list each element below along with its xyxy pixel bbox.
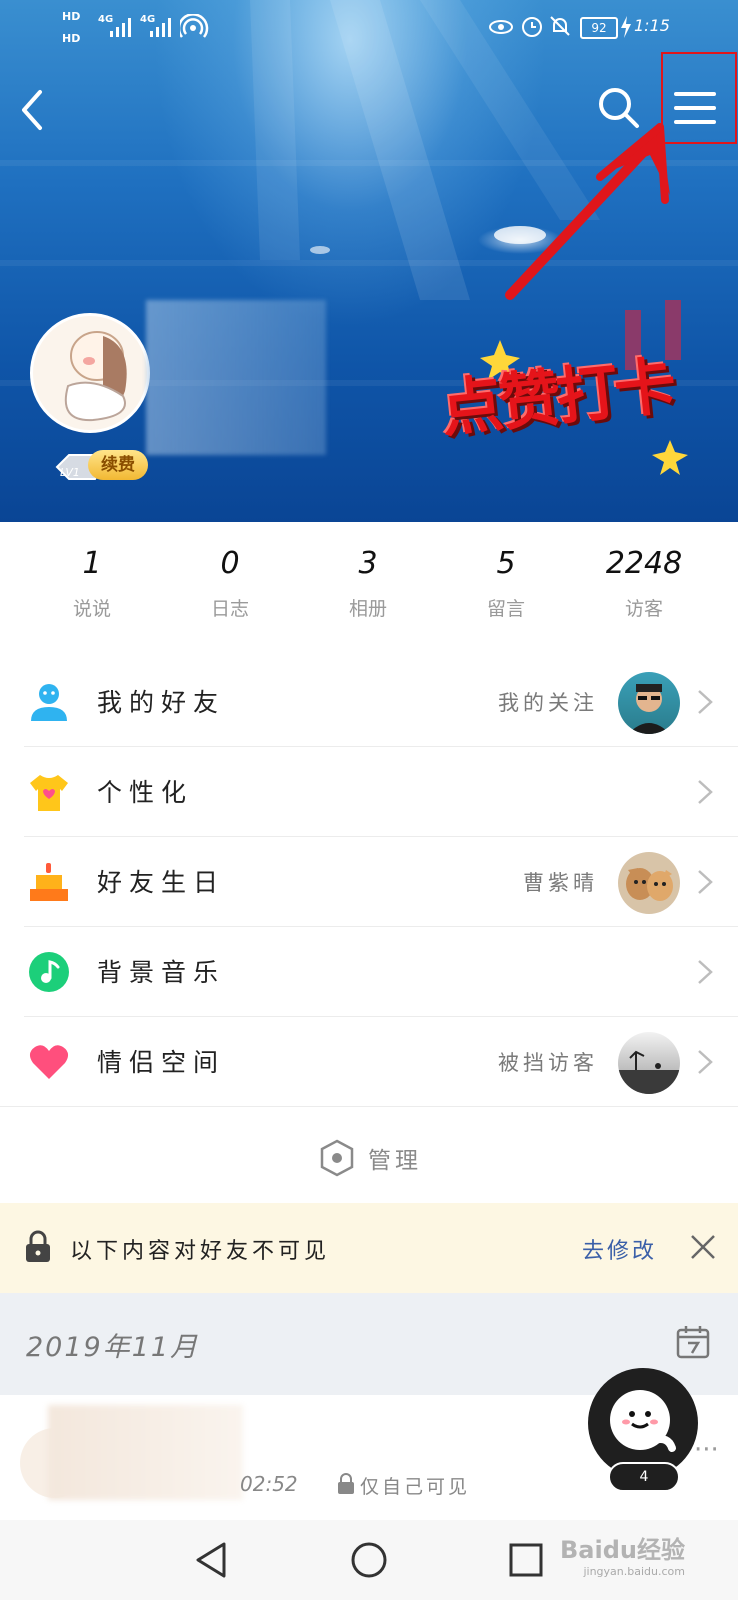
stat-value: 3 — [358, 546, 378, 581]
stat-label: 访客 — [624, 598, 663, 620]
heart-icon — [29, 1045, 69, 1079]
menu-item-label: 好友生日 — [97, 868, 226, 897]
private-lock-icon — [338, 1473, 354, 1494]
menu-item-subtext: 我的关注 — [498, 691, 598, 715]
menu-item-couple-space[interactable]: 情侣空间 被挡访客 — [0, 1017, 738, 1107]
signal-icon-2 — [150, 18, 171, 37]
clock: 1:15 — [634, 16, 670, 35]
nav-home-circle-icon[interactable] — [349, 1540, 389, 1580]
birthday-cake-icon — [30, 863, 68, 901]
eye-comfort-icon — [489, 20, 513, 34]
stat-label: 日志 — [210, 598, 249, 620]
lock-icon — [26, 1230, 50, 1262]
menu-item-label: 个性化 — [97, 778, 194, 807]
post-author-blurred — [48, 1405, 243, 1500]
menu-item-personalize[interactable]: 个性化 — [0, 747, 738, 837]
chevron-right-icon — [698, 870, 713, 894]
mute-bell-icon — [550, 16, 570, 36]
manage-label: 管理 — [368, 1148, 422, 1174]
baidu-watermark: Baidu经验 jingyan.baidu.com — [560, 1530, 685, 1578]
watermark-site: jingyan.baidu.com — [583, 1565, 685, 1578]
friend-person-icon — [31, 684, 67, 721]
calendar-icon[interactable] — [676, 1325, 710, 1359]
close-icon[interactable] — [689, 1233, 717, 1261]
stat-blogs[interactable]: 0 日志 — [175, 544, 285, 621]
back-button[interactable] — [14, 82, 58, 138]
alarm-icon — [522, 17, 542, 37]
manage-button[interactable]: 管理 — [0, 1111, 738, 1203]
menu-item-label: 我的好友 — [97, 688, 226, 717]
level-label: LV1 — [60, 466, 80, 479]
hd-indicator-1: HD — [62, 10, 81, 23]
battery-indicator: 92 — [580, 17, 618, 39]
followee-avatar — [618, 672, 680, 734]
stat-label: 留言 — [486, 598, 525, 620]
red-arrow-annotation — [505, 123, 670, 300]
manage-hexagon-icon — [320, 1139, 354, 1177]
month-label: 2019年11月 — [26, 1332, 200, 1363]
chevron-right-icon — [698, 1050, 713, 1074]
battery-level: 92 — [591, 21, 607, 35]
menu-item-label: 情侣空间 — [97, 1048, 226, 1077]
stat-value: 1 — [82, 546, 102, 581]
blocked-visitor-avatar — [618, 1032, 680, 1094]
cat-photo — [626, 868, 673, 901]
chevron-right-icon — [698, 780, 713, 804]
stat-messages[interactable]: 5 留言 — [451, 544, 561, 621]
status-bar: HD HD 4G 4G 92 1:15 — [0, 0, 738, 56]
menu-item-subtext: 被挡访客 — [498, 1051, 598, 1075]
menu-item-my-friends[interactable]: 我的好友 我的关注 — [0, 657, 738, 747]
menu-item-subtext: 曹紫晴 — [523, 871, 598, 895]
back-chevron-icon — [22, 90, 42, 130]
stat-label: 相册 — [348, 598, 387, 620]
watermark-brand: Baidu经验 — [560, 1536, 685, 1564]
stat-visitors[interactable]: 2248 访客 — [589, 544, 699, 621]
chevron-right-icon — [698, 960, 713, 984]
renew-button[interactable]: 续费 — [88, 450, 148, 480]
stat-value: 5 — [496, 546, 516, 581]
birthday-friend-avatar — [618, 852, 680, 914]
stats-row: 1 说说 0 日志 3 相册 5 留言 2248 访客 — [0, 522, 738, 658]
hotspot-icon — [180, 14, 209, 38]
signal-icon — [110, 18, 131, 37]
like-checkin-sticker: 点赞打卡 — [437, 300, 710, 480]
chevron-right-icon — [698, 690, 713, 714]
tshirt-icon — [30, 775, 68, 811]
stat-value: 2248 — [605, 546, 683, 581]
nickname-blurred — [146, 300, 326, 455]
nav-back-triangle-icon[interactable] — [192, 1540, 232, 1580]
stat-albums[interactable]: 3 相册 — [313, 544, 423, 621]
post-time: 02:52 — [240, 1472, 298, 1496]
go-modify-link[interactable]: 去修改 — [582, 1233, 657, 1265]
stat-posts[interactable]: 1 说说 — [37, 544, 147, 621]
menu-item-label: 背景音乐 — [97, 958, 226, 987]
menu-item-friend-birthday[interactable]: 好友生日 曹紫晴 — [0, 837, 738, 927]
nav-recents-square-icon[interactable] — [506, 1540, 546, 1580]
mascot-badge: 4 — [608, 1462, 680, 1492]
post-visibility: 仅自己可见 — [360, 1476, 471, 1498]
avatar-illustration — [64, 331, 127, 422]
stat-label: 说说 — [72, 598, 111, 620]
hd-indicator-2: HD — [62, 32, 81, 45]
person-photo — [628, 684, 670, 734]
landscape-photo — [618, 1050, 680, 1094]
privacy-notice-bar: 以下内容对好友不可见 去修改 — [0, 1203, 738, 1293]
music-note-icon — [29, 952, 69, 992]
stat-value: 0 — [220, 546, 240, 581]
profile-avatar[interactable] — [30, 313, 150, 433]
notice-text: 以下内容对好友不可见 — [70, 1239, 331, 1264]
charging-icon — [621, 16, 631, 38]
menu-item-background-music[interactable]: 背景音乐 — [0, 927, 738, 1017]
